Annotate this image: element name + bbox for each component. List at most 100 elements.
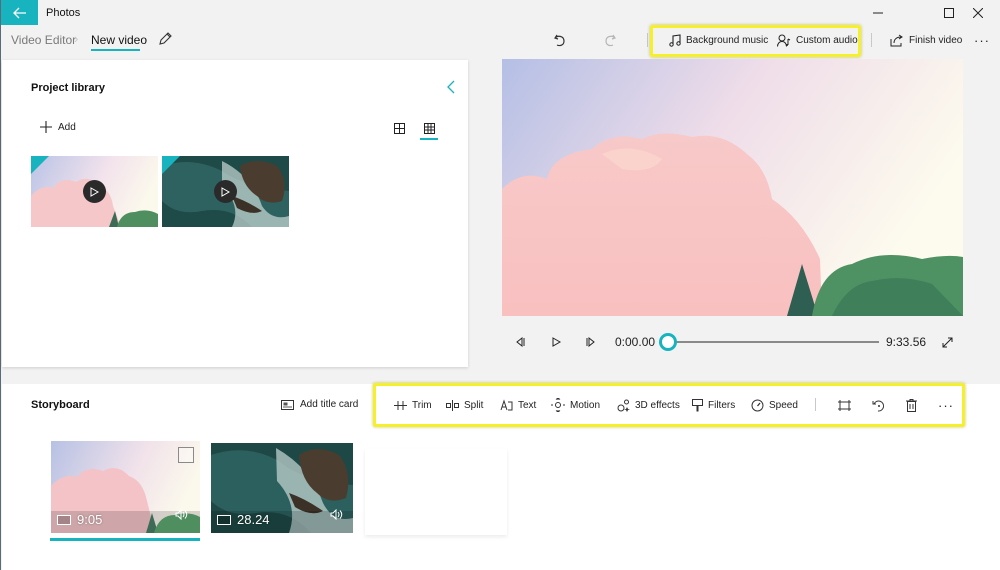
play-button[interactable] <box>547 333 565 351</box>
undo-icon <box>554 34 565 47</box>
video-preview[interactable] <box>502 59 963 316</box>
small-grid-view-button[interactable] <box>420 120 438 136</box>
breadcrumb-separator: › <box>74 31 79 46</box>
add-media-button[interactable]: Add <box>40 121 76 133</box>
split-button[interactable]: Split <box>446 397 483 413</box>
delete-icon <box>905 398 917 412</box>
custom-audio-icon <box>777 34 791 47</box>
delete-button[interactable] <box>902 396 920 414</box>
collapse-library-button[interactable] <box>445 79 457 100</box>
music-note-icon <box>669 33 681 47</box>
library-item-clouds[interactable] <box>31 156 158 227</box>
add-label: Add <box>58 121 76 133</box>
speaker-icon <box>175 508 188 521</box>
play-overlay-button[interactable] <box>83 180 106 203</box>
redo-icon <box>605 34 616 47</box>
back-button[interactable] <box>1 0 38 25</box>
filters-label: Filters <box>708 399 736 411</box>
title-card-icon <box>281 399 294 410</box>
3d-effects-button[interactable]: 3D effects <box>617 397 680 413</box>
resize-icon <box>837 399 851 411</box>
finish-video-button[interactable]: Finish video <box>890 30 962 50</box>
more-options-button[interactable]: ··· <box>974 30 990 50</box>
filters-button[interactable]: Filters <box>692 397 735 413</box>
split-icon <box>446 399 459 411</box>
clip-duration: 28.24 <box>217 512 270 527</box>
fullscreen-button[interactable] <box>938 333 956 351</box>
storyboard-clip-1[interactable]: 9:05 <box>51 441 200 533</box>
library-item-ocean[interactable] <box>162 156 289 227</box>
split-label: Split <box>464 399 484 411</box>
trim-label: Trim <box>412 399 432 411</box>
maximize-icon <box>944 8 954 18</box>
storyboard-more-button[interactable]: ··· <box>938 397 954 413</box>
close-icon <box>973 8 983 18</box>
toolbar-separator <box>871 33 872 47</box>
speaker-icon <box>330 508 343 521</box>
play-icon <box>221 186 230 197</box>
play-overlay-button[interactable] <box>214 180 237 203</box>
trim-icon <box>394 400 407 410</box>
clip-select-checkbox[interactable] <box>178 447 194 463</box>
seek-track[interactable] <box>669 341 879 343</box>
resize-button[interactable] <box>835 396 853 414</box>
add-title-card-button[interactable]: Add title card <box>281 399 358 410</box>
trim-button[interactable]: Trim <box>394 397 432 413</box>
text-button[interactable]: Text <box>500 397 536 413</box>
previous-frame-button[interactable] <box>511 333 529 351</box>
filters-icon <box>692 398 703 411</box>
expand-icon <box>942 337 952 347</box>
speed-label: Speed <box>769 399 798 411</box>
chevron-left-icon <box>447 80 455 94</box>
empty-storyboard-slot[interactable] <box>365 449 507 535</box>
motion-button[interactable]: Motion <box>551 397 600 413</box>
video-frame-icon <box>217 514 231 525</box>
view-selected-underline <box>420 138 438 140</box>
next-frame-button[interactable] <box>582 333 600 351</box>
breadcrumb-current: New video <box>91 33 148 47</box>
plus-icon <box>40 121 52 133</box>
preview-frame <box>502 59 963 316</box>
add-title-card-label: Add title card <box>300 399 359 410</box>
current-time: 0:00.00 <box>615 335 656 349</box>
clip-audio-button[interactable] <box>175 507 190 525</box>
step-back-icon <box>516 337 525 347</box>
in-use-corner-marker <box>31 156 49 174</box>
3d-effects-icon <box>617 399 630 412</box>
video-frame-icon <box>57 514 71 525</box>
finish-video-label: Finish video <box>909 34 963 46</box>
background-music-button[interactable]: Background music <box>669 30 768 50</box>
breadcrumb-underline <box>91 49 140 51</box>
motion-icon <box>551 398 565 412</box>
speed-button[interactable]: Speed <box>751 397 798 413</box>
rotate-icon <box>872 400 884 412</box>
storyboard-clip-2[interactable]: 28.24 <box>211 443 353 533</box>
text-label: Text <box>518 399 537 411</box>
seek-knob[interactable] <box>659 333 677 351</box>
background-music-label: Background music <box>686 34 769 46</box>
text-icon <box>500 399 513 411</box>
title-bar <box>1 0 1000 27</box>
clip-duration-text: 28.24 <box>237 512 270 527</box>
breadcrumb-video-editor[interactable]: Video Editor <box>11 33 76 47</box>
3d-effects-label: 3D effects <box>635 399 680 411</box>
undo-button[interactable] <box>550 30 570 50</box>
minimize-button[interactable] <box>855 0 901 26</box>
rename-button[interactable] <box>157 31 173 52</box>
project-library-title: Project library <box>31 82 105 94</box>
back-arrow-icon <box>12 7 26 18</box>
small-grid-icon <box>423 122 435 134</box>
redo-button[interactable] <box>600 30 620 50</box>
selected-clip-underline <box>50 538 200 541</box>
storyboard-title: Storyboard <box>31 399 90 411</box>
close-button[interactable] <box>955 0 1000 26</box>
clip-duration-text: 9:05 <box>77 512 103 527</box>
rotate-button[interactable] <box>869 396 887 414</box>
large-grid-view-button[interactable] <box>390 120 408 136</box>
large-grid-icon <box>393 122 405 134</box>
clip-audio-button[interactable] <box>330 507 345 525</box>
total-time: 9:33.56 <box>886 335 927 349</box>
custom-audio-button[interactable]: Custom audio <box>777 30 858 50</box>
in-use-corner-marker <box>162 156 180 174</box>
pencil-icon <box>159 32 172 45</box>
